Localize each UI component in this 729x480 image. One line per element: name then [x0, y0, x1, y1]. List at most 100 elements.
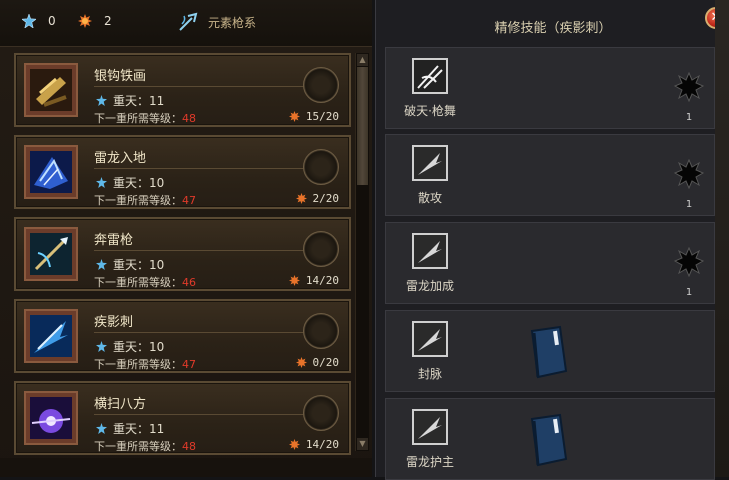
refine-item[interactable]: 散攻 1	[385, 134, 715, 216]
panel-header: 0 2 元素枪系	[0, 0, 372, 47]
heaven-level: 重天：11	[96, 420, 164, 437]
required-level-label: 下一重所需等级：	[94, 112, 182, 125]
refine-icon-frame	[412, 409, 448, 445]
socket-icon[interactable]	[674, 72, 704, 102]
skill-name: 奔雷枪	[94, 233, 134, 248]
refine-label: 散攻	[417, 191, 442, 205]
lance-icon	[179, 12, 198, 31]
refine-count: 1	[685, 199, 693, 210]
book-icon[interactable]	[526, 413, 570, 467]
refine-item[interactable]: 雷龙护主	[385, 398, 715, 480]
required-level: 下一重所需等级：47	[94, 356, 196, 372]
sweep-icon	[30, 397, 72, 439]
refine-label: 雷龙加成	[405, 279, 454, 293]
divider	[94, 332, 308, 333]
heaven-level: 重天：10	[96, 174, 164, 191]
skill-icon-frame	[24, 309, 78, 363]
skill-row[interactable]: 疾影刺 重天：10 下一重所需等级：47 0/20	[14, 299, 351, 373]
scrollbar[interactable]: ▲ ▼	[355, 53, 369, 451]
skill-row[interactable]: 横扫八方 重天：11 下一重所需等级：48 14/20	[14, 381, 351, 455]
refine-item[interactable]: 破天·枪舞 1	[385, 47, 715, 129]
required-level: 下一重所需等级：47	[94, 192, 196, 208]
heaven-level-text: 重天：11	[113, 422, 165, 436]
spear-icon	[414, 323, 446, 355]
refine-item[interactable]: 雷龙加成 1	[385, 222, 715, 304]
refine-label: 雷龙护主	[405, 455, 454, 469]
sun-icon	[295, 193, 307, 204]
required-level-label: 下一重所需等级：	[94, 358, 182, 371]
heaven-level: 重天：10	[96, 256, 164, 273]
skill-icon-frame	[24, 391, 78, 445]
refine-icon-frame	[412, 233, 448, 269]
divider	[94, 414, 308, 415]
skill-progress: 15/20	[288, 110, 339, 123]
divider	[94, 250, 308, 251]
thunder-spear-icon	[30, 233, 72, 275]
socket-icon[interactable]	[674, 247, 704, 277]
spear-dance-icon	[414, 60, 446, 92]
star-icon	[96, 341, 107, 352]
required-level-value: 48	[182, 112, 196, 125]
refine-skill-panel: 精修技能（疾影刺） ✕ 破天·枪舞 1 散攻 1	[375, 0, 729, 480]
skill-row[interactable]: 银钩铁画 重天：11 下一重所需等级：48 15/20	[14, 53, 351, 127]
required-level-value: 47	[182, 194, 196, 207]
socket-icon[interactable]	[674, 159, 704, 189]
upgrade-button[interactable]	[303, 149, 339, 185]
skill-progress-value: 2/20	[312, 192, 340, 205]
required-level-label: 下一重所需等级：	[94, 194, 182, 207]
required-level-value: 47	[182, 358, 196, 371]
skill-progress-value: 0/20	[312, 356, 340, 369]
skill-progress-value: 14/20	[305, 438, 339, 451]
required-level: 下一重所需等级：46	[94, 274, 196, 290]
sun-icon	[288, 439, 300, 450]
refine-count: 1	[685, 287, 693, 298]
required-level-label: 下一重所需等级：	[94, 276, 182, 289]
sun-icon	[288, 111, 300, 122]
skill-name: 疾影刺	[94, 315, 134, 330]
skill-tree-panel: 0 2 元素枪系 银钩铁画 重天：11 下一重所需等级：48 15/20 雷龙入…	[0, 0, 372, 477]
book-icon[interactable]	[526, 325, 570, 379]
upgrade-button[interactable]	[303, 313, 339, 349]
heaven-level-text: 重天：10	[113, 258, 165, 272]
refine-item[interactable]: 封脉	[385, 310, 715, 392]
skill-progress-value: 15/20	[305, 110, 339, 123]
star-icon	[96, 95, 107, 106]
upgrade-button[interactable]	[303, 395, 339, 431]
heaven-level-text: 重天：10	[113, 176, 165, 190]
heaven-level: 重天：10	[96, 338, 164, 355]
required-level: 下一重所需等级：48	[94, 110, 196, 126]
skill-icon-frame	[24, 227, 78, 281]
shadow-thrust-icon	[30, 315, 72, 357]
star-icon	[96, 177, 107, 188]
spear-icon	[414, 147, 446, 179]
heaven-level-text: 重天：11	[113, 94, 165, 108]
scroll-up-arrow[interactable]: ▲	[357, 54, 368, 66]
star-point-counter: 0	[22, 14, 56, 28]
skill-row[interactable]: 雷龙入地 重天：10 下一重所需等级：47 2/20	[14, 135, 351, 209]
skill-icon-frame	[24, 63, 78, 117]
required-level-label: 下一重所需等级：	[94, 440, 182, 453]
required-level: 下一重所需等级：48	[94, 438, 196, 454]
skill-tree-title: 元素枪系	[178, 12, 256, 32]
divider	[94, 86, 308, 87]
spear-icon	[414, 411, 446, 443]
skill-progress: 2/20	[295, 192, 340, 205]
refine-label: 封脉	[417, 367, 442, 381]
sun-point-counter: 2	[78, 14, 112, 28]
scroll-down-arrow[interactable]: ▼	[357, 438, 368, 450]
skill-progress-value: 14/20	[305, 274, 339, 287]
upgrade-button[interactable]	[303, 67, 339, 103]
skill-icon-frame	[24, 145, 78, 199]
skill-row[interactable]: 奔雷枪 重天：10 下一重所需等级：46 14/20	[14, 217, 351, 291]
star-icon	[22, 14, 36, 28]
star-icon	[96, 423, 107, 434]
skill-progress: 14/20	[288, 438, 339, 451]
upgrade-button[interactable]	[303, 231, 339, 267]
skill-progress: 14/20	[288, 274, 339, 287]
refine-icon-frame	[412, 145, 448, 181]
sun-point-value: 2	[104, 14, 112, 28]
refine-icon-frame	[412, 321, 448, 357]
divider	[94, 168, 308, 169]
sun-icon	[78, 14, 92, 28]
scroll-thumb[interactable]	[357, 67, 368, 185]
